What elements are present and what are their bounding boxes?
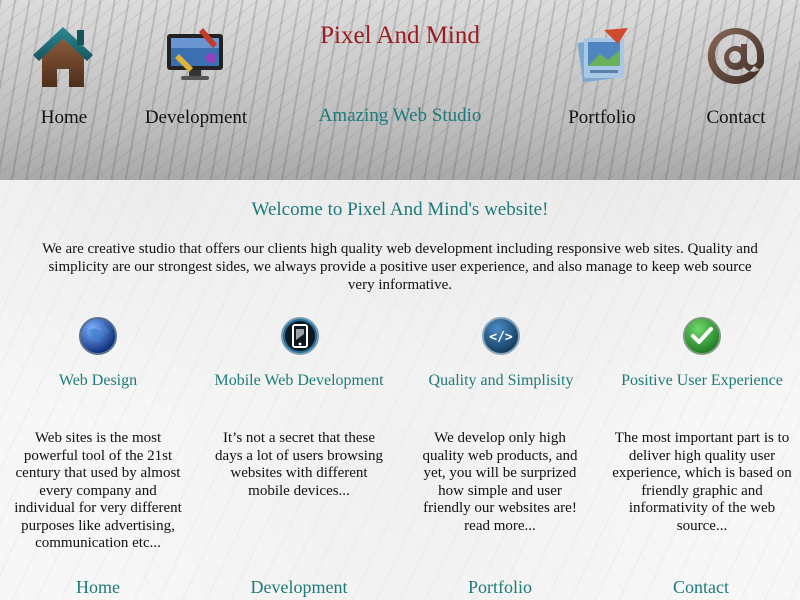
code-icon: </> [481, 316, 521, 356]
feature-title-quality-and-simplisity: Quality and Simplisity [428, 372, 574, 389]
site-tagline: Amazing Web Studio [318, 105, 482, 126]
nav-contact-label: Contact [706, 107, 766, 128]
feature-text-positive-user-experience: The most important part is to deliver hi… [612, 430, 792, 534]
feature-title-mobile-web-development: Mobile Web Development [214, 372, 384, 389]
feature-text-web-design: Web sites is the most powerful tool of t… [14, 430, 182, 551]
nav-home[interactable]: Home [14, 107, 114, 129]
footer-link-portfolio[interactable]: Portfolio [450, 577, 550, 598]
at-sign-icon[interactable] [704, 24, 768, 88]
nav-development[interactable]: Development [140, 107, 252, 129]
footer-link-contact[interactable]: Contact [651, 577, 751, 598]
monitor-tools-icon[interactable] [163, 24, 231, 84]
checkmark-icon [682, 316, 722, 356]
footer-link-development[interactable]: Development [234, 577, 364, 598]
nav-contact[interactable]: Contact [686, 107, 786, 129]
documents-icon[interactable] [574, 26, 634, 88]
welcome-heading: Welcome to Pixel And Mind's website! [251, 199, 549, 220]
nav-portfolio[interactable]: Portfolio [552, 107, 652, 129]
feature-title-web-design: Web Design [58, 372, 138, 389]
feature-text-mobile-web-development: It’s not a secret that these days a lot … [215, 430, 383, 499]
globe-icon [78, 316, 118, 356]
nav-home-label: Home [40, 107, 88, 128]
footer-link-home[interactable]: Home [48, 577, 148, 598]
feature-title-positive-user-experience: Positive User Experience [621, 372, 783, 389]
intro-paragraph: We are creative studio that offers our c… [42, 241, 758, 293]
nav-portfolio-label: Portfolio [568, 107, 636, 128]
site-title: Pixel And Mind [320, 22, 480, 49]
mobile-phone-icon [280, 316, 320, 356]
feature-text-quality-and-simplisity: We develop only high quality web product… [422, 430, 578, 534]
svg-text:</>: </> [489, 330, 513, 345]
house-icon[interactable] [30, 24, 96, 90]
nav-development-label: Development [144, 107, 248, 128]
